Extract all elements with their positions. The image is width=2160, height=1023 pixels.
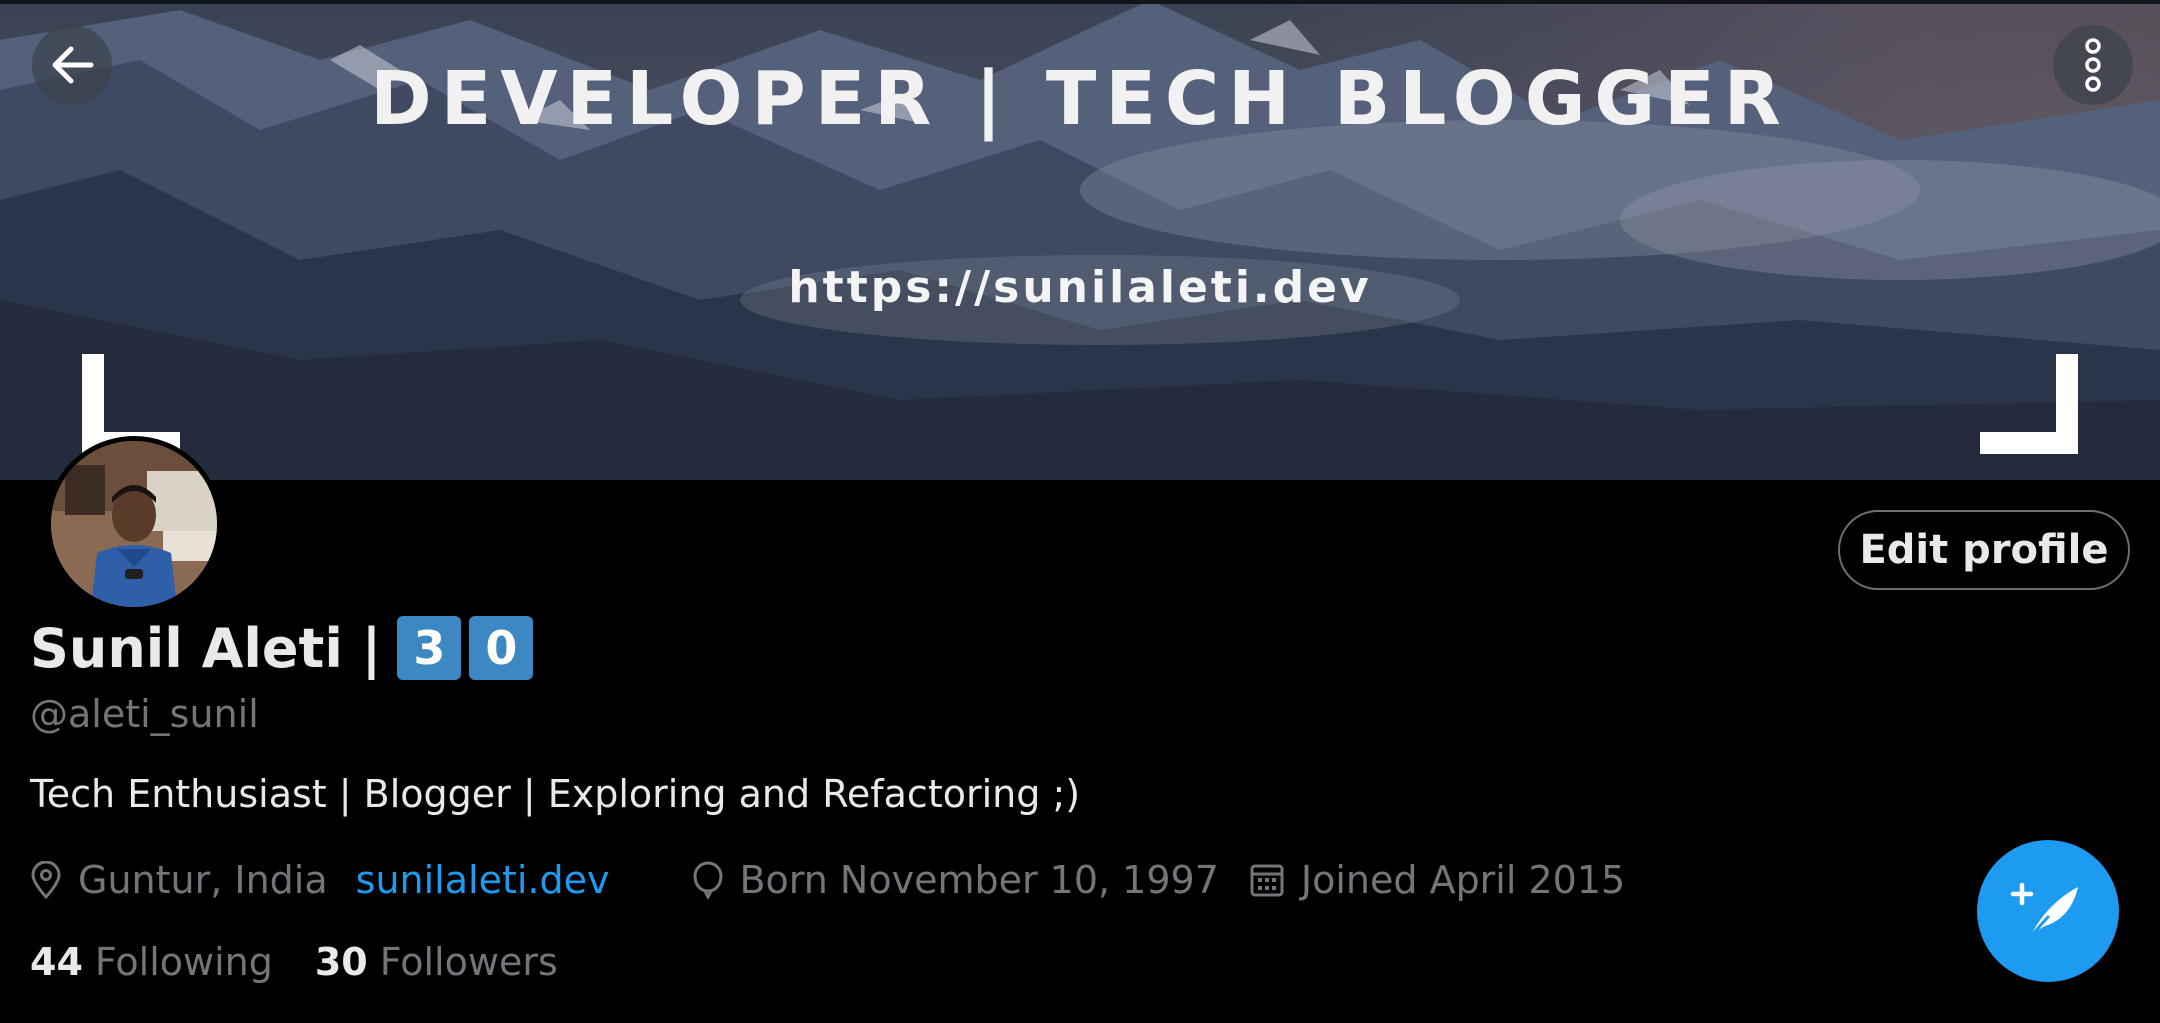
location-pin-icon <box>30 861 62 899</box>
more-options-button[interactable] <box>2053 25 2133 105</box>
following-label: Following <box>94 940 273 984</box>
banner-title: DEVELOPER | TECH BLOGGER <box>370 56 1790 142</box>
keycap-digit-badge: 0 <box>469 616 534 680</box>
compose-tweet-button[interactable] <box>1977 840 2119 982</box>
banner-bracket-right <box>1980 354 2078 454</box>
calendar-icon <box>1249 862 1285 898</box>
following-count: 44 <box>30 940 83 984</box>
display-name-row: Sunil Aleti | 3 0 <box>30 608 534 688</box>
avatar[interactable] <box>46 436 222 612</box>
joined-date-text: Joined April 2015 <box>1300 858 1626 902</box>
status-bar-edge <box>0 0 2160 4</box>
user-handle: @aleti_sunil <box>30 692 259 736</box>
profile-bio: Tech Enthusiast | Blogger | Exploring an… <box>30 772 1081 816</box>
balloon-icon <box>693 861 723 899</box>
birthdate-text: Born November 10, 1997 <box>739 858 1219 902</box>
followers-count: 30 <box>314 940 368 984</box>
profile-meta: Guntur, India sunilaleti.dev Born Novemb… <box>30 852 1625 908</box>
website-link[interactable]: sunilaleti.dev <box>356 858 610 902</box>
more-vertical-icon <box>2085 38 2101 92</box>
location-text: Guntur, India <box>78 858 328 902</box>
profile-banner[interactable]: DEVELOPER | TECH BLOGGER https://sunilal… <box>0 0 2160 480</box>
keycap-digit-badge: 3 <box>397 616 462 680</box>
following-link[interactable]: 44 Following <box>30 940 273 984</box>
follow-stats: 44 Following 30 Followers <box>30 936 558 988</box>
compose-tweet-icon <box>2010 882 2078 939</box>
display-name: Sunil Aleti | <box>30 616 382 680</box>
back-button[interactable] <box>32 25 112 105</box>
banner-url: https://sunilaleti.dev <box>788 262 1372 313</box>
arrow-left-icon <box>52 46 94 84</box>
followers-link[interactable]: 30 Followers <box>315 940 558 984</box>
edit-profile-button[interactable]: Edit profile <box>1838 510 2130 590</box>
followers-label: Followers <box>379 940 558 984</box>
avatar-photo <box>51 441 217 607</box>
